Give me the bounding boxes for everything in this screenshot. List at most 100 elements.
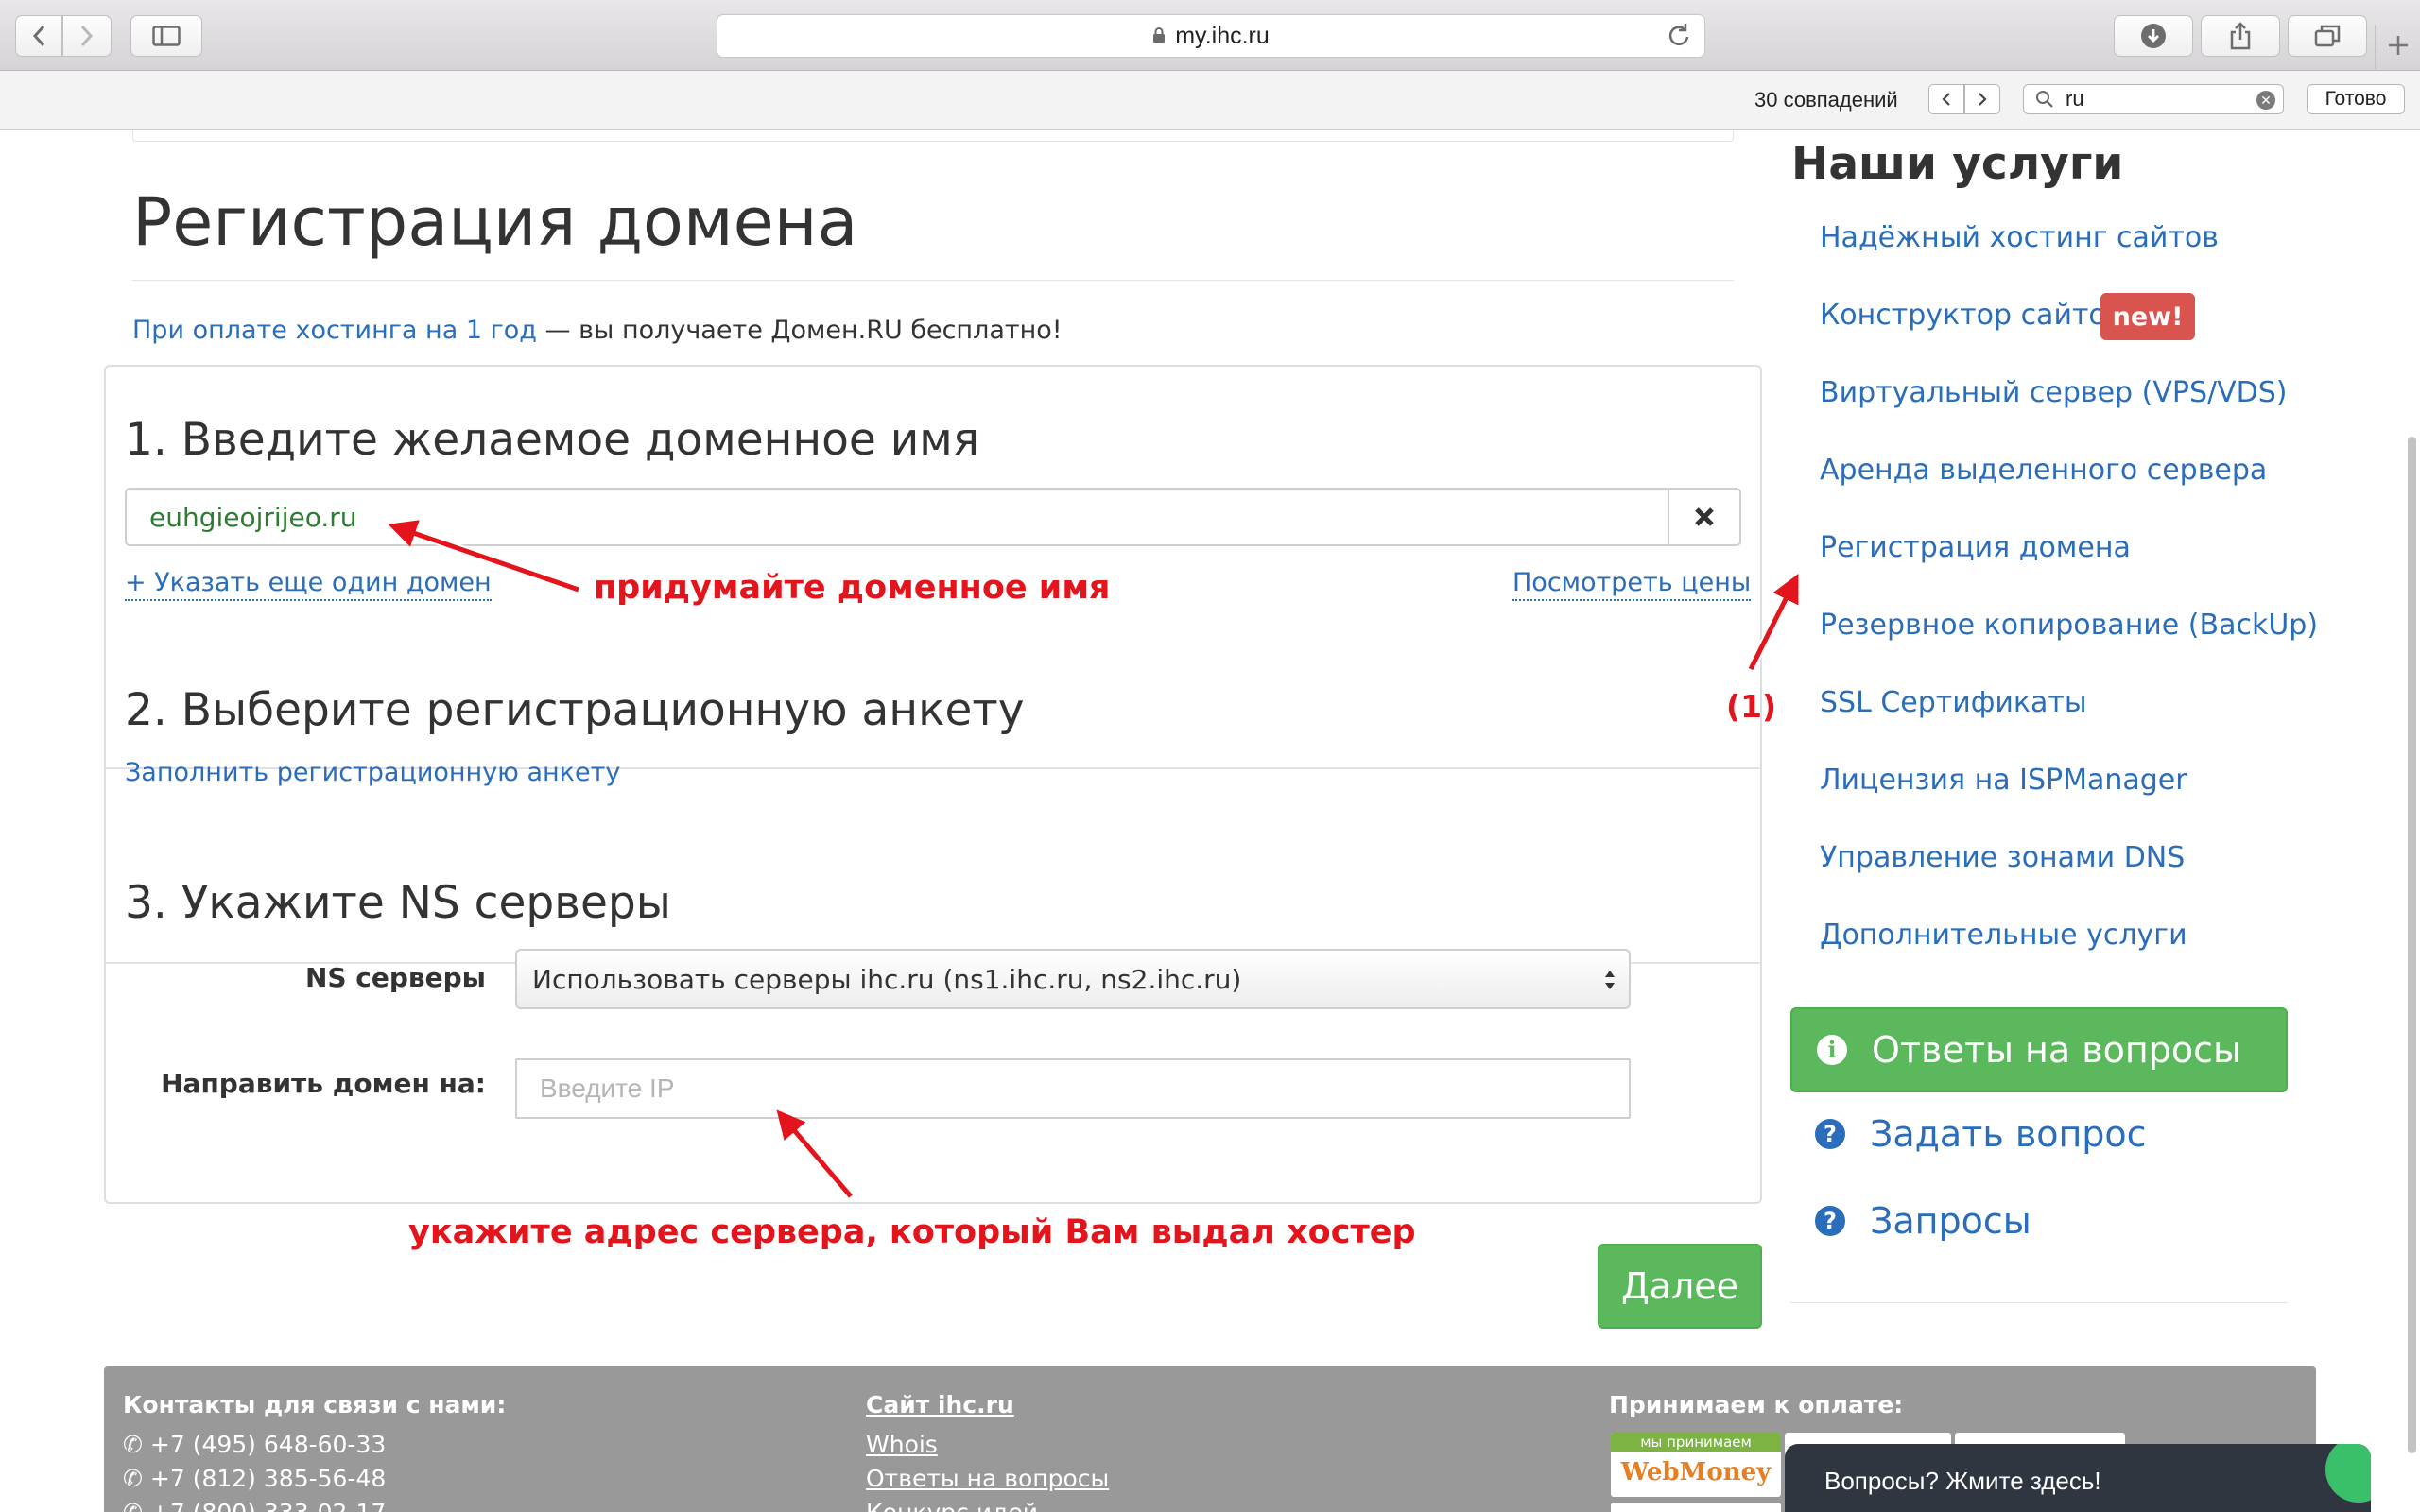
question-icon: ? xyxy=(1815,1206,1845,1236)
tabs-icon xyxy=(2314,25,2341,47)
promo-link[interactable]: При оплате хостинга на 1 год xyxy=(132,316,537,345)
ns-servers-select[interactable]: Использовать серверы ihc.ru (ns1.ihc.ru,… xyxy=(515,949,1631,1009)
tab-overview-button[interactable] xyxy=(2288,15,2367,57)
footer-payment-heading: Принимаем к оплате: xyxy=(1609,1391,1904,1418)
browser-toolbar: my.ihc.ru xyxy=(0,0,2420,72)
mastercard-logo xyxy=(1611,1503,1781,1512)
add-another-domain-link[interactable]: + Указать еще один домен xyxy=(125,567,492,601)
info-icon: i xyxy=(1817,1035,1847,1065)
share-icon xyxy=(2230,22,2251,50)
faq-button-label: Ответы на вопросы xyxy=(1872,1029,2242,1071)
title-divider xyxy=(132,280,1734,281)
footer-contacts-heading: Контакты для связи с нами: xyxy=(123,1391,507,1418)
requests-link[interactable]: ? Запросы xyxy=(1815,1200,2031,1242)
service-link-backup[interactable]: Резервное копирование (BackUp) xyxy=(1820,609,2318,642)
service-link-extra[interactable]: Дополнительные услуги xyxy=(1820,919,2187,952)
scrollbar-thumb[interactable] xyxy=(2408,437,2416,1453)
phone-number: +7 (812) 385-56-48 xyxy=(149,1465,387,1492)
find-match-count: 30 совпадений xyxy=(1754,88,1898,112)
find-done-button[interactable]: Готово xyxy=(2307,84,2405,114)
top-panel-edge xyxy=(132,130,1734,142)
phone-number: +7 (495) 648-60-33 xyxy=(149,1431,387,1458)
faq-button[interactable]: i Ответы на вопросы xyxy=(1790,1007,2288,1092)
find-input[interactable]: ru ✕ xyxy=(2023,84,2284,114)
address-bar[interactable]: my.ihc.ru xyxy=(717,14,1705,58)
sidebar-toggle-button[interactable] xyxy=(130,15,202,57)
ns-selected-value: Использовать серверы ihc.ru (ns1.ihc.ru,… xyxy=(532,963,1242,995)
reload-icon[interactable] xyxy=(1667,23,1691,49)
footer-link-faq[interactable]: Ответы на вопросы xyxy=(866,1465,1109,1492)
footer-link-whois[interactable]: Whois xyxy=(866,1431,938,1458)
service-link-dns[interactable]: Управление зонами DNS xyxy=(1820,841,2185,874)
webmoney-caption: мы принимаем xyxy=(1611,1433,1781,1452)
find-next-button[interactable] xyxy=(1964,84,2000,114)
next-button[interactable]: Далее xyxy=(1598,1244,1762,1329)
plus-icon xyxy=(2388,36,2408,55)
footer-phone[interactable]: ✆ +7 (800) 333-02-17 xyxy=(123,1499,386,1512)
ask-question-link[interactable]: ? Задать вопрос xyxy=(1815,1113,2147,1155)
sidebar-icon xyxy=(152,26,181,46)
ask-question-label: Задать вопрос xyxy=(1870,1113,2147,1155)
annotation-server-note: укажите адрес сервера, который Вам выдал… xyxy=(408,1213,1416,1251)
find-query: ru xyxy=(2066,87,2084,111)
promo-rest: — вы получаете Домен.RU бесплатно! xyxy=(536,316,1063,345)
lock-icon xyxy=(1153,27,1166,43)
service-link-dedicated-server[interactable]: Аренда выделенного сервера xyxy=(1820,454,2267,487)
chat-widget[interactable]: Вопросы? Жмите здесь! xyxy=(1785,1444,2371,1512)
phone-icon: ✆ xyxy=(123,1465,143,1492)
url-text: my.ihc.ru xyxy=(1175,22,1270,49)
new-tab-button[interactable] xyxy=(2375,25,2420,72)
chevron-right-icon xyxy=(1979,93,1987,106)
chevron-left-icon xyxy=(1942,93,1950,106)
view-prices-link[interactable]: Посмотреть цены xyxy=(1512,567,1752,601)
share-button[interactable] xyxy=(2201,15,2280,57)
step1-heading: 1. Введите желаемое доменное имя xyxy=(125,414,979,466)
footer-phone[interactable]: ✆ +7 (495) 648-60-33 xyxy=(123,1431,386,1458)
requests-label: Запросы xyxy=(1870,1200,2031,1242)
chat-status-icon xyxy=(2325,1444,2371,1503)
annotation-domain-note: придумайте доменное имя xyxy=(594,569,1111,607)
footer-link-ideas[interactable]: Конкурс идей xyxy=(866,1499,1038,1512)
find-previous-button[interactable] xyxy=(1928,84,1964,114)
chevron-right-icon xyxy=(80,25,94,47)
forward-button[interactable] xyxy=(62,15,112,57)
phone-icon: ✆ xyxy=(123,1431,143,1458)
find-bar: 30 совпадений ru ✕ Готово xyxy=(0,71,2420,130)
annotation-step-marker: (1) xyxy=(1726,688,1777,725)
chat-label: Вопросы? Жмите здесь! xyxy=(1824,1467,2101,1495)
mastercard-icon xyxy=(1611,1503,1781,1512)
close-icon xyxy=(1695,507,1714,526)
back-button[interactable] xyxy=(15,15,62,57)
service-link-ssl[interactable]: SSL Сертификаты xyxy=(1820,686,2087,719)
ns-servers-label: NS серверы xyxy=(304,962,486,993)
service-link-ispmanager[interactable]: Лицензия на ISPManager xyxy=(1820,764,2187,797)
footer-site-heading[interactable]: Сайт ihc.ru xyxy=(866,1391,1014,1418)
page-title: Регистрация домена xyxy=(132,183,858,261)
point-domain-label: Направить домен на: xyxy=(161,1068,486,1099)
promo-text: При оплате хостинга на 1 год — вы получа… xyxy=(132,316,1063,345)
page-content: Регистрация домена При оплате хостинга н… xyxy=(0,130,2420,1512)
webmoney-wordmark: WebMoney xyxy=(1620,1458,1772,1486)
ip-address-input[interactable] xyxy=(515,1058,1631,1119)
new-badge: new! xyxy=(2100,293,2195,340)
question-icon: ? xyxy=(1815,1119,1845,1149)
services-title: Наши услуги xyxy=(1791,138,2124,190)
search-icon xyxy=(2036,91,2053,108)
service-link-hosting[interactable]: Надёжный хостинг сайтов xyxy=(1820,221,2219,254)
webmoney-logo: мы принимаем WebMoney xyxy=(1611,1433,1781,1497)
domain-name-input[interactable]: euhgieojrijeo.ru xyxy=(125,488,1668,546)
fill-registration-form-link[interactable]: Заполнить регистрационную анкету xyxy=(125,758,620,787)
download-icon xyxy=(2141,24,2166,48)
footer-phone[interactable]: ✆ +7 (812) 385-56-48 xyxy=(123,1465,386,1492)
phone-icon: ✆ xyxy=(123,1499,143,1512)
service-link-vps[interactable]: Виртуальный сервер (VPS/VDS) xyxy=(1820,376,2287,409)
clear-domain-button[interactable] xyxy=(1668,488,1741,546)
sidebar-divider xyxy=(1790,1302,2288,1303)
clear-search-icon[interactable]: ✕ xyxy=(2256,91,2275,110)
downloads-button[interactable] xyxy=(2114,15,2193,57)
step3-heading: 3. Укажите NS серверы xyxy=(125,877,671,929)
chevron-left-icon xyxy=(32,25,45,47)
service-link-site-builder[interactable]: Конструктор сайтов xyxy=(1820,299,2122,332)
service-link-domain-registration[interactable]: Регистрация домена xyxy=(1820,531,2131,564)
select-arrows-icon xyxy=(1605,971,1615,989)
